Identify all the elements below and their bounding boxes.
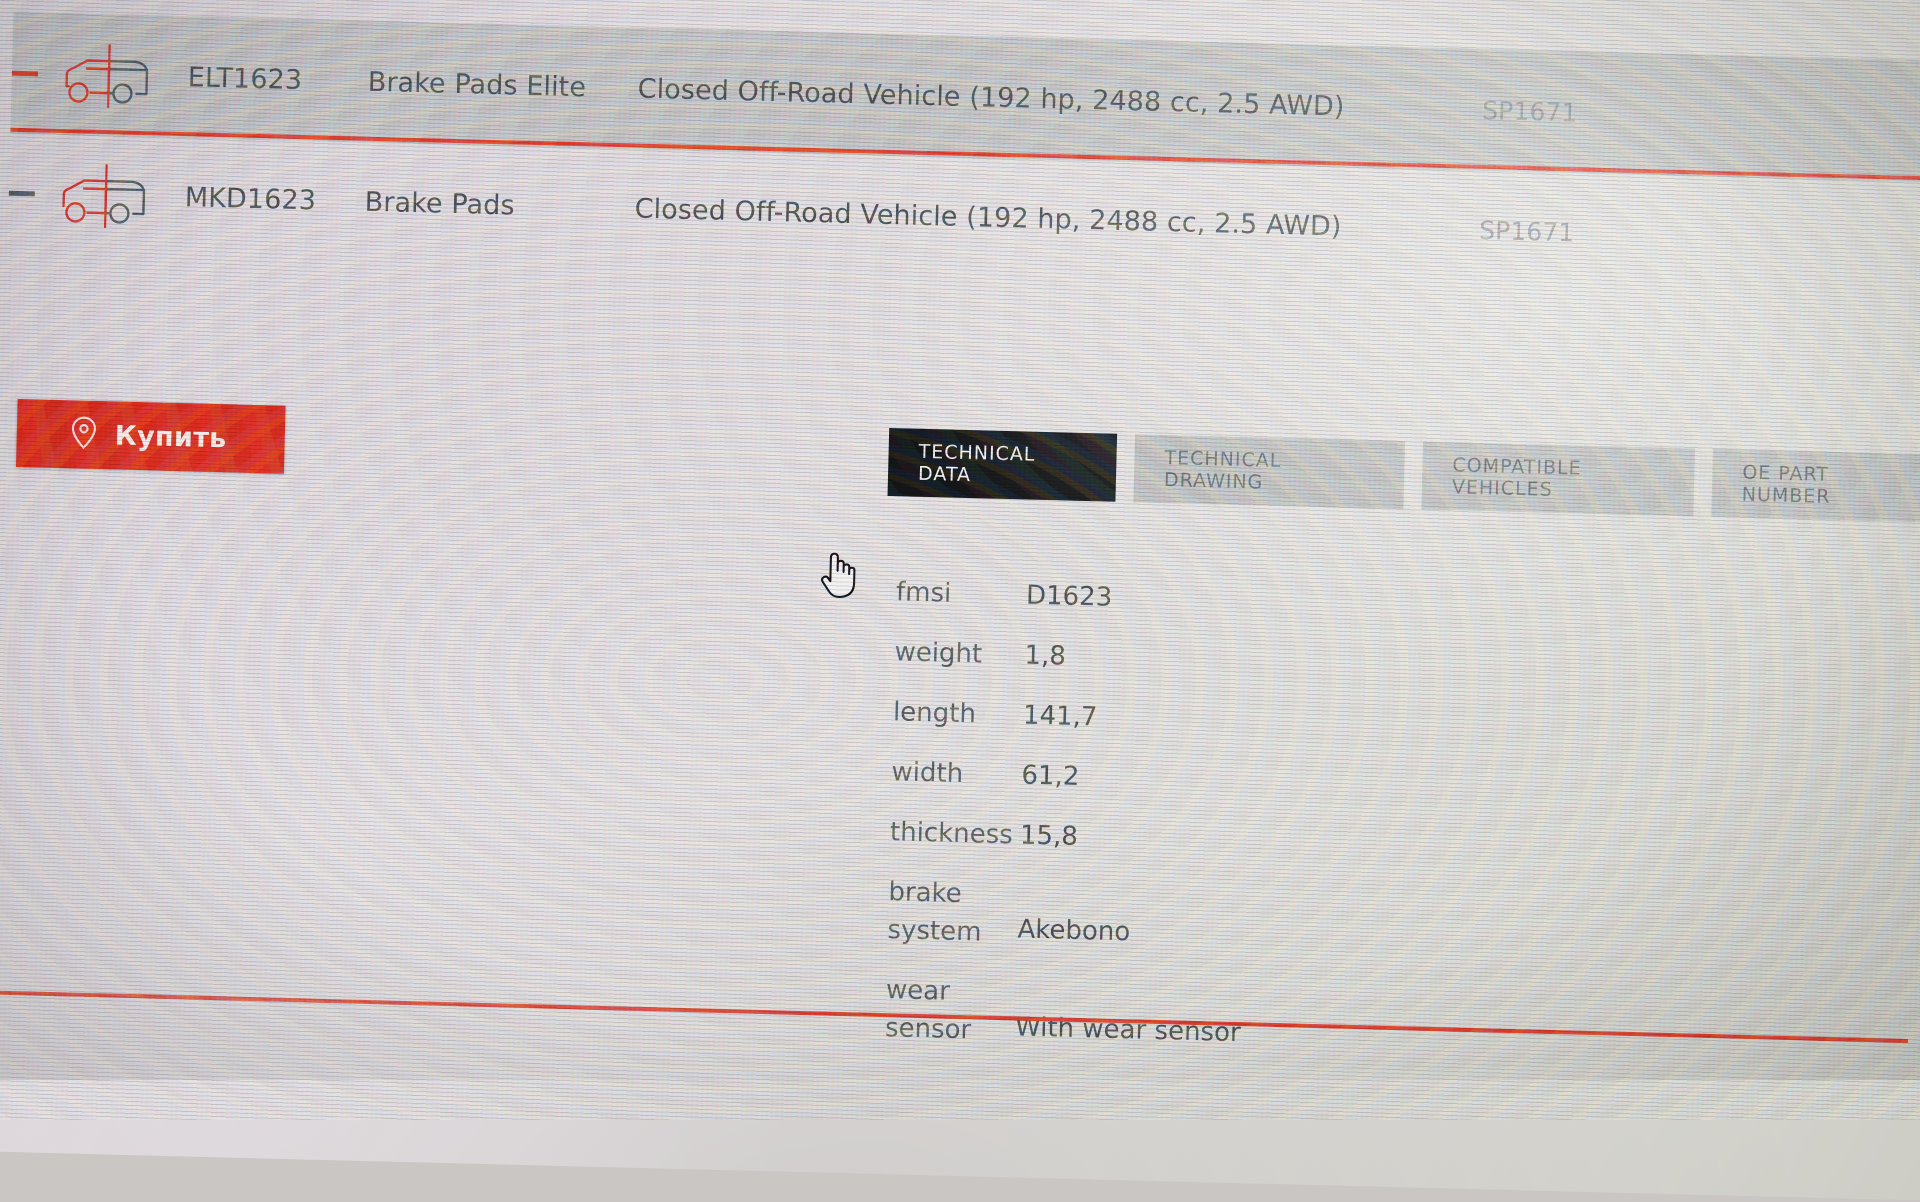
- spec-value: With wear sensor: [1014, 1012, 1242, 1049]
- tab-technical-data[interactable]: TECHNICAL DATA: [887, 428, 1118, 502]
- tab-technical-drawing[interactable]: TECHNICAL DRAWING: [1133, 434, 1406, 510]
- row-vehicle: Closed Off-Road Vehicle (192 hp, 2488 cc…: [634, 193, 1342, 242]
- table-row[interactable]: Closed Off-Road Vehicle (192 hp, 2488 cc…: [15, 0, 1920, 18]
- spec-value: 61,2: [1021, 760, 1080, 792]
- catalog-page: Closed Off-Road Vehicle (192 hp, 2488 cc…: [0, 0, 1920, 1104]
- tab-label: COMPATIBLE VEHICLES: [1451, 454, 1582, 501]
- row-marker: [8, 190, 35, 196]
- buy-button-label: Купить: [114, 419, 227, 454]
- location-pin-icon: [68, 414, 99, 455]
- spec-row-thickness: thickness 15,8: [890, 813, 1451, 865]
- tab-label: TECHNICAL DRAWING: [1163, 447, 1282, 494]
- spec-value: D1623: [1025, 580, 1113, 613]
- spec-value: 1,8: [1024, 640, 1067, 672]
- tab-compatible-vehicles[interactable]: COMPATIBLE VEHICLES: [1421, 441, 1695, 517]
- row-vehicle: Closed Off-Road Vehicle (192 hp, 2488 cc…: [637, 73, 1345, 122]
- spec-key: brake system: [887, 877, 982, 948]
- spec-row-weight: weight 1,8: [894, 633, 1455, 685]
- row-part-name: Brake Pads: [364, 186, 515, 221]
- monitor-screen-surface: Closed Off-Road Vehicle (192 hp, 2488 cc…: [0, 0, 1920, 1202]
- row-sku: MKD1623: [184, 181, 317, 216]
- row-marker-selected: [11, 70, 38, 76]
- row-sku: ELT1623: [187, 61, 303, 96]
- spec-row-brake-system: brake system Akebono: [887, 873, 1449, 963]
- search-results-table: Closed Off-Road Vehicle (192 hp, 2488 cc…: [8, 0, 1920, 247]
- spec-key: wear sensor: [884, 975, 972, 1046]
- row-part-name: Brake Pads Elite: [367, 66, 587, 103]
- spec-key: length: [892, 697, 977, 730]
- spec-row-fmsi: fmsi D1623: [896, 573, 1457, 625]
- spec-value: 141,7: [1022, 700, 1098, 733]
- tab-label: TECHNICAL DATA: [917, 440, 1036, 487]
- car-front-axle-icon: [34, 157, 186, 233]
- spec-key: weight: [894, 637, 983, 670]
- pointing-hand-cursor: [817, 548, 860, 601]
- spec-value: 15,8: [1019, 820, 1079, 852]
- spec-row-width: width 61,2: [891, 753, 1452, 805]
- buy-button[interactable]: Купить: [15, 398, 286, 474]
- spec-key: thickness: [889, 817, 1014, 851]
- spec-key: width: [891, 757, 964, 790]
- car-front-axle-icon: [37, 37, 189, 113]
- detail-tabs: TECHNICAL DATA TECHNICAL DRAWING COMPATI…: [887, 428, 1920, 523]
- tab-oe-part-number[interactable]: OE PART NUMBER: [1711, 448, 1920, 523]
- spec-key: fmsi: [895, 577, 952, 609]
- spec-row-length: length 141,7: [893, 693, 1454, 745]
- spec-value: Akebono: [1017, 914, 1131, 948]
- technical-data-panel: fmsi D1623 weight 1,8 length 141,7 width…: [884, 573, 1456, 1083]
- tab-label: OE PART NUMBER: [1741, 461, 1831, 508]
